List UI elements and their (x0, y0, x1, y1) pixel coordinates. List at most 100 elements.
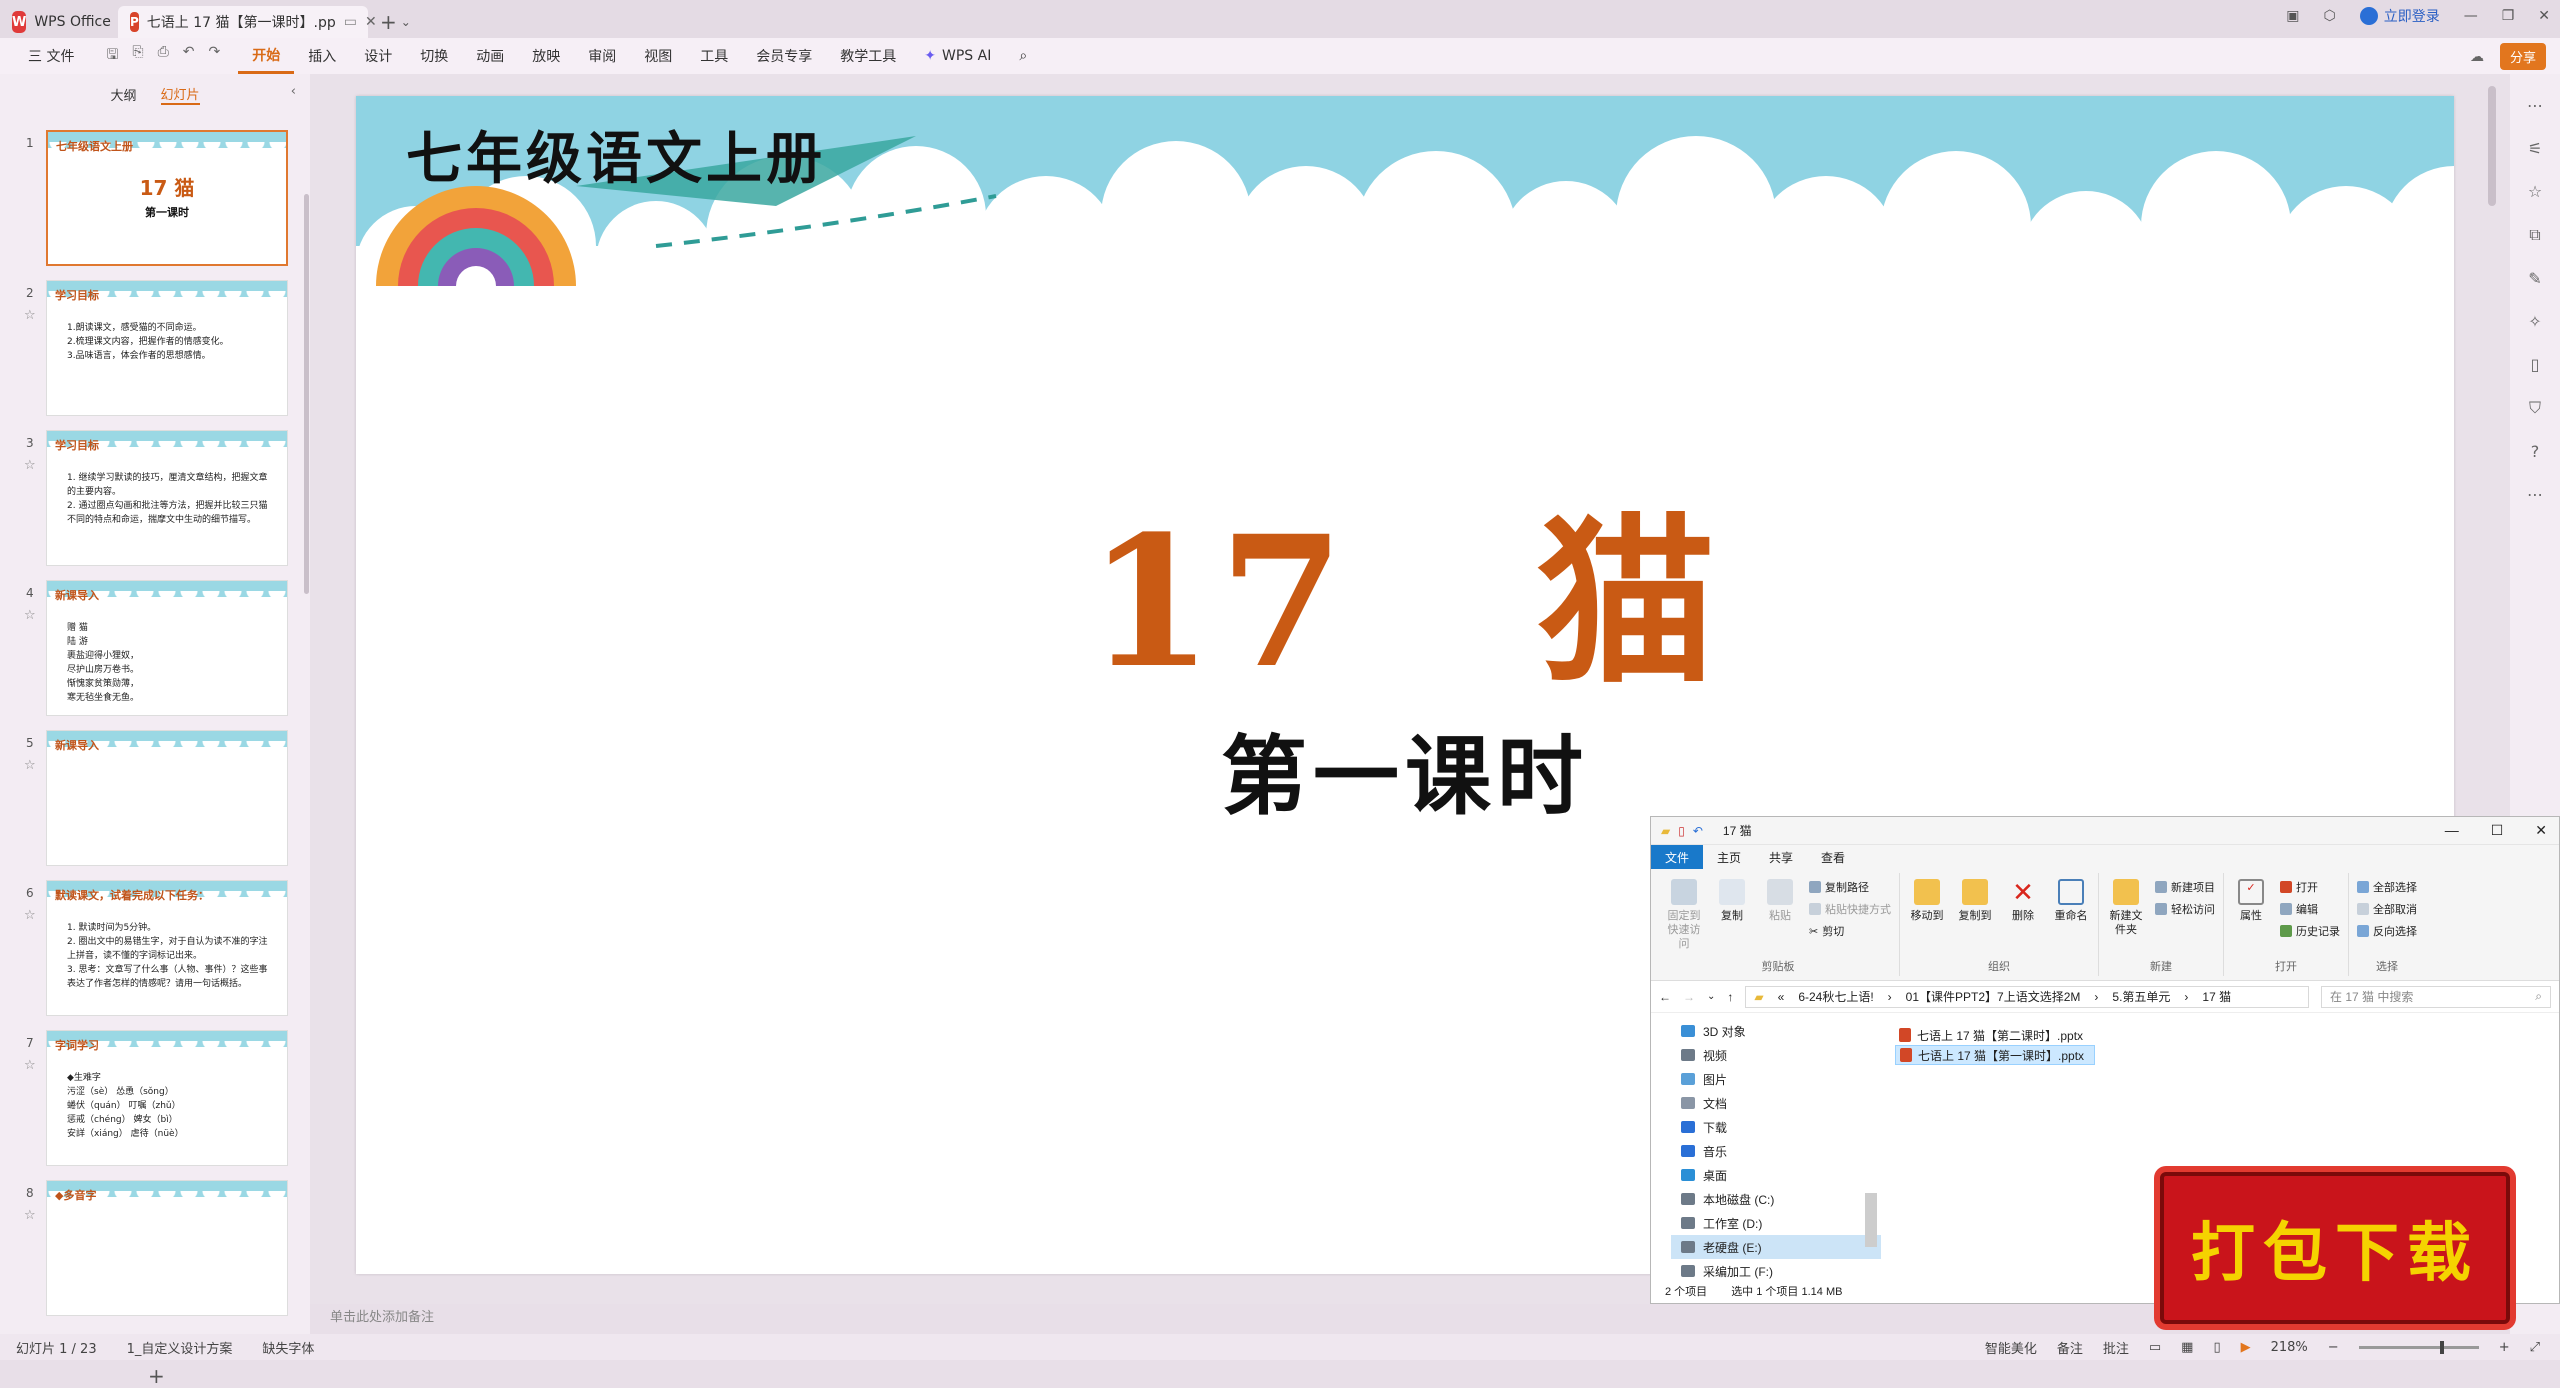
close-icon[interactable]: ✕ (2535, 822, 2547, 839)
tab-wps-home[interactable]: W WPS Office (0, 6, 118, 38)
breadcrumb-item[interactable]: 5.第五单元 (2112, 988, 2170, 1005)
file-item[interactable]: 七语上 17 猫【第一课时】.pptx (1895, 1045, 2095, 1065)
recent-icon[interactable]: ⌄ (1707, 991, 1715, 1002)
copy-icon[interactable]: ⧉ (2529, 225, 2540, 245)
star-icon[interactable]: ☆ (24, 758, 36, 773)
ribbon-tab-transition[interactable]: 切换 (406, 38, 462, 74)
breadcrumb-item[interactable]: 17 猫 (2202, 988, 2231, 1005)
collapse-panel-icon[interactable]: ‹ (291, 84, 296, 99)
beautify-button[interactable]: 智能美化 (1985, 1338, 2037, 1357)
slide-thumbnail-row[interactable]: 6 ☆ 默读课文，试着完成以下任务： 1. 默读时间为5分钟。 2. 圈出文中的易错生… (0, 880, 310, 1020)
notes-placeholder[interactable]: 单击此处添加备注 (330, 1306, 434, 1325)
star-icon[interactable]: ☆ (24, 908, 36, 923)
nav-item[interactable]: 视频 (1671, 1043, 1881, 1067)
slide-thumbnail-row[interactable]: 4 ☆ 新课导入赠 猫陆 游裹盐迎得小狸奴， 尽护山房万卷书。 惭愧家贫策勋薄， 寒无毡… (0, 580, 310, 720)
breadcrumb-separator[interactable]: › (2094, 990, 2098, 1004)
slide-thumbnail-row[interactable]: 7 ☆ 字词学习 ◆生难字 污涩（sè） 怂恿（sǒng） 蜷伏（quán） 叮嘱（zh… (0, 1030, 310, 1170)
copy-button[interactable]: 复制 (1713, 873, 1751, 958)
slide-thumbnail[interactable]: 新课导入赠 猫陆 游裹盐迎得小狸奴， 尽护山房万卷书。 惭愧家贫策勋薄， 寒无毡坐食无… (46, 580, 288, 716)
rename-button[interactable]: 重命名 (2052, 873, 2090, 958)
slide-thumbnail[interactable]: 学习目标 1.朗读课文，感受猫的不同命运。 2.梳理课文内容，把握作者的情感变化。 3… (46, 280, 288, 416)
nav-item[interactable]: 音乐 (1671, 1139, 1881, 1163)
help-icon[interactable]: ? (2531, 442, 2540, 461)
print-icon[interactable]: ⎙ (158, 44, 169, 68)
more-icon[interactable]: ⋯ (2527, 485, 2543, 504)
history-button[interactable]: 历史记录 (2280, 923, 2340, 939)
explorer-tab-view[interactable]: 查看 (1807, 845, 1859, 869)
ribbon-tab-teaching[interactable]: 教学工具 (826, 38, 910, 74)
ribbon-tab-review[interactable]: 审阅 (574, 38, 630, 74)
ribbon-tab-start[interactable]: 开始 (238, 38, 295, 74)
nav-item[interactable]: 工作室 (D:) (1671, 1211, 1881, 1235)
normal-view-icon[interactable]: ▭ (2149, 1340, 2161, 1355)
nav-item[interactable]: 下载 (1671, 1115, 1881, 1139)
star-icon[interactable]: ☆ (24, 458, 36, 473)
open-button[interactable]: 打开 (2280, 879, 2340, 895)
wps-ai-button[interactable]: ✦ WPS AI (910, 38, 1005, 74)
nav-item[interactable]: 本地磁盘 (C:) (1671, 1187, 1881, 1211)
canvas-scrollbar[interactable] (2488, 86, 2496, 206)
delete-button[interactable]: ✕ 删除 (2004, 873, 2042, 958)
comments-button[interactable]: 批注 (2103, 1338, 2129, 1357)
slide-thumbnail[interactable]: 默读课文，试着完成以下任务： 1. 默读时间为5分钟。 2. 圈出文中的易错生字，对… (46, 880, 288, 1016)
select-none-button[interactable]: 全部取消 (2357, 901, 2417, 917)
reading-view-icon[interactable]: ▯ (2213, 1340, 2220, 1355)
undo-icon[interactable]: ↶ (1693, 824, 1703, 838)
back-icon[interactable]: ← (1659, 990, 1671, 1004)
cube-icon[interactable]: ⬡ (2323, 8, 2335, 24)
thumbnail-scrollbar[interactable] (304, 194, 309, 594)
ribbon-tab-animation[interactable]: 动画 (462, 38, 518, 74)
properties-quick-icon[interactable]: ▯ (1678, 824, 1685, 838)
maximize-icon[interactable]: ☐ (2491, 822, 2504, 839)
share-button[interactable]: 分享 (2499, 43, 2546, 70)
close-window-icon[interactable]: ✕ (2538, 8, 2550, 24)
breadcrumb-item[interactable]: 6-24秋七上语! (1798, 988, 1873, 1005)
copy-to-button[interactable]: 复制到 (1956, 873, 1994, 958)
breadcrumb-separator[interactable]: › (2184, 990, 2188, 1004)
screen-icon[interactable]: ▭ (344, 14, 357, 30)
star-icon[interactable]: ☆ (24, 308, 36, 323)
move-to-button[interactable]: 移动到 (1908, 873, 1946, 958)
zoom-out-icon[interactable]: − (2328, 1340, 2339, 1355)
properties-button[interactable]: ✓ 属性 (2232, 873, 2270, 958)
search-input[interactable]: 在 17 猫 中搜索 ⌕ (2321, 985, 2551, 1008)
explorer-tab-file[interactable]: 文件 (1651, 845, 1704, 869)
tab-slides[interactable]: 幻灯片 (160, 84, 200, 105)
star-icon[interactable]: ☆ (24, 1208, 36, 1223)
address-bar[interactable]: ▰ « 6-24秋七上语! › 01【课件PPT2】7上语文选择2M › 5.第五单元 › 1… (1745, 985, 2309, 1008)
ribbon-tab-view[interactable]: 视图 (630, 38, 686, 74)
adjust-icon[interactable]: ⚟ (2528, 139, 2542, 158)
nav-scrollbar[interactable] (1865, 1193, 1877, 1247)
notes-button[interactable]: 备注 (2057, 1338, 2083, 1357)
forward-icon[interactable]: → (1683, 990, 1695, 1004)
nav-item[interactable]: 3D 对象 (1671, 1019, 1881, 1043)
copy-path-button[interactable]: 复制路径 (1809, 879, 1891, 895)
play-icon[interactable]: ▶ (2241, 1340, 2251, 1355)
cloud-icon[interactable]: ☁ (2470, 49, 2484, 65)
file-menu[interactable]: 三 文件 (14, 38, 88, 74)
star-icon[interactable]: ☆ (24, 608, 36, 623)
paste-shortcut-button[interactable]: 粘贴快捷方式 (1809, 901, 1891, 917)
select-all-button[interactable]: 全部选择 (2357, 879, 2417, 895)
zoom-level[interactable]: 218% (2271, 1340, 2308, 1355)
slide-thumbnail-row[interactable]: 5 ☆ 新课导入 (0, 730, 310, 870)
ribbon-tab-tools[interactable]: 工具 (686, 38, 742, 74)
new-tab-button[interactable]: + ⌄ (380, 6, 411, 38)
nav-item[interactable]: 桌面 (1671, 1163, 1881, 1187)
nav-item[interactable]: 老硬盘 (E:) (1671, 1235, 1881, 1259)
pin-button[interactable]: 固定到快速访问 (1665, 873, 1703, 958)
explorer-tab-share[interactable]: 共享 (1755, 845, 1807, 869)
star-icon[interactable]: ☆ (24, 1058, 36, 1073)
ribbon-tab-slideshow[interactable]: 放映 (518, 38, 574, 74)
breadcrumb-separator[interactable]: › (1888, 990, 1892, 1004)
slide-thumbnail-row[interactable]: 8 ☆ ◆多音字 (0, 1180, 310, 1320)
slide-thumbnail-row[interactable]: 2 ☆ 学习目标 1.朗读课文，感受猫的不同命运。 2.梳理课文内容，把握作者的情感变… (0, 280, 310, 420)
edit-button[interactable]: 编辑 (2280, 901, 2340, 917)
explorer-tab-home[interactable]: 主页 (1703, 845, 1755, 869)
zoom-slider-knob[interactable] (2439, 1340, 2444, 1354)
minimize-icon[interactable]: — (2445, 822, 2459, 839)
theme-name[interactable]: 1_自定义设计方案 (127, 1338, 233, 1357)
close-tab-icon[interactable]: ✕ (365, 14, 377, 30)
redo-icon[interactable]: ↷ (209, 44, 221, 68)
file-item[interactable]: 七语上 17 猫【第二课时】.pptx (1895, 1025, 2095, 1045)
